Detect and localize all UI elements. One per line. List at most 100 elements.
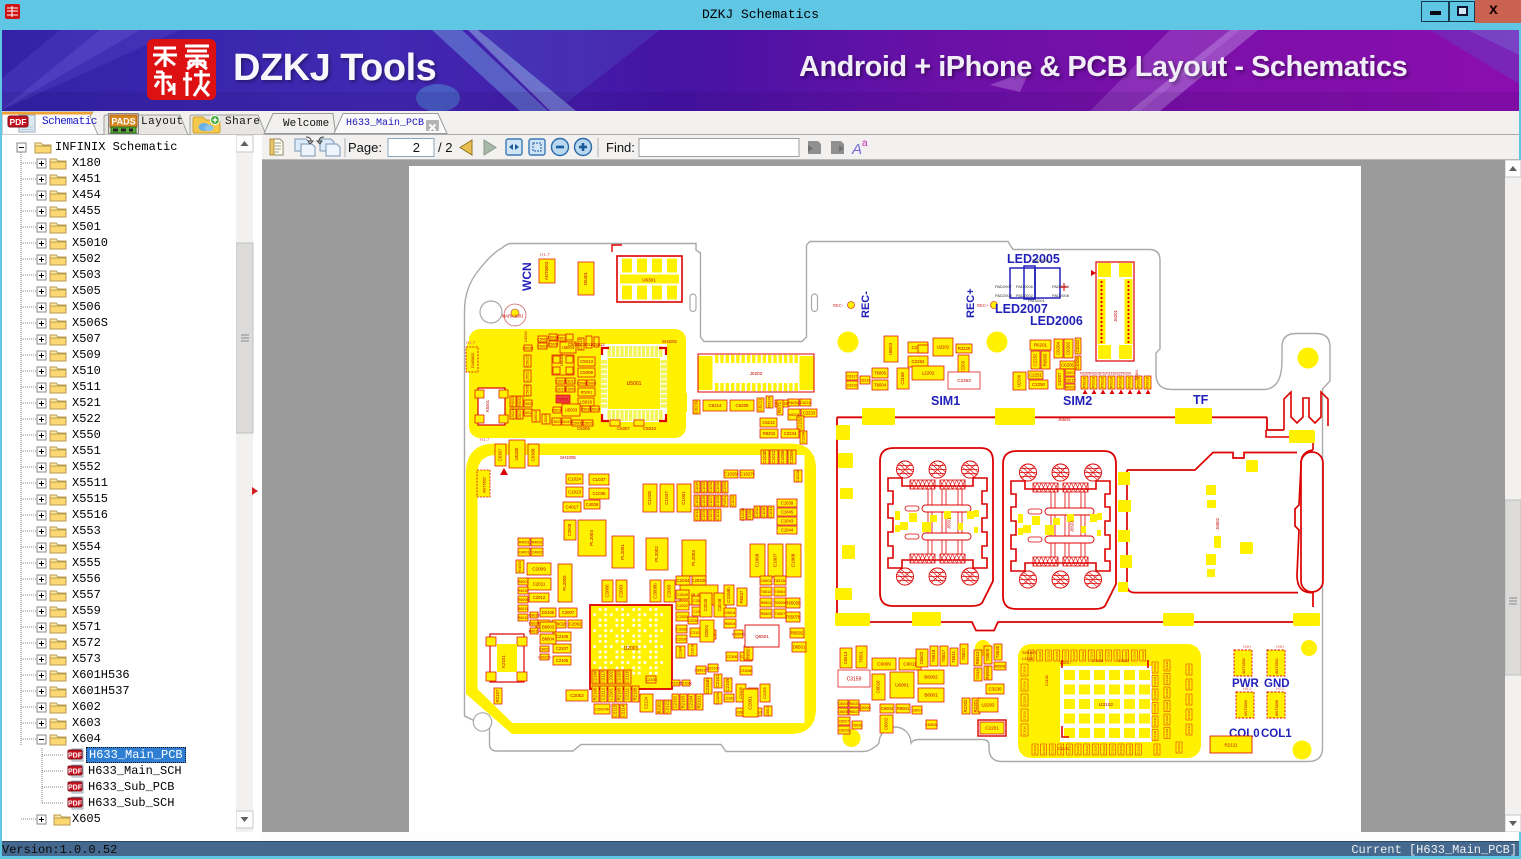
svg-text:C1023b: C1023b (741, 508, 745, 521)
svg-text:C3107: C3107 (1060, 661, 1071, 665)
svg-text:PL2004: PL2004 (589, 530, 594, 546)
svg-text:U2202: U2202 (937, 344, 950, 349)
svg-text:U2203: U2203 (982, 703, 995, 708)
svg-text:C2238: C2238 (801, 432, 805, 443)
svg-text:B6003: B6003 (542, 624, 555, 629)
svg-text:C2052: C2052 (570, 693, 584, 698)
svg-text:C3136: C3136 (1136, 745, 1140, 754)
svg-text:C6306: C6306 (1075, 356, 1080, 369)
svg-text:R6006: R6006 (518, 598, 529, 602)
svg-text:C2250: C2250 (1032, 382, 1045, 387)
svg-text:T6520: T6520 (995, 645, 1000, 658)
svg-text:T5001: T5001 (557, 396, 569, 401)
svg-text:U3102: U3102 (1099, 702, 1113, 708)
svg-text:C3136: C3136 (1042, 745, 1046, 754)
svg-text:PAD2003: PAD2003 (995, 293, 1013, 298)
svg-text:C3138: C3138 (1045, 675, 1049, 686)
svg-text:R6218: R6218 (1109, 377, 1113, 388)
svg-text:C6202: C6202 (1075, 339, 1080, 352)
svg-text:PAD2006: PAD2006 (1016, 284, 1034, 289)
svg-text:REC+: REC+ (965, 288, 977, 318)
svg-text:PL2005: PL2005 (562, 575, 567, 591)
svg-text:C1033: C1033 (702, 482, 706, 493)
svg-text:T5002: T5002 (523, 402, 533, 406)
svg-text:C3136: C3136 (1055, 651, 1059, 660)
svg-text:SIM1: SIM1 (931, 394, 960, 408)
svg-text:R6509: R6509 (985, 666, 990, 679)
svg-text:R2220: R2220 (958, 346, 971, 351)
svg-text:R6537: R6537 (739, 590, 744, 603)
svg-text:ANT5003: ANT5003 (544, 261, 549, 280)
svg-text:R6021: R6021 (849, 710, 860, 714)
svg-text:C3136: C3136 (1023, 681, 1027, 690)
svg-text:L5033: L5033 (524, 331, 528, 342)
svg-text:R6512: R6512 (975, 651, 980, 664)
svg-text:C4002: C4002 (532, 550, 543, 554)
svg-text:L5022: L5022 (525, 371, 529, 381)
svg-text:C2106d: C2106d (716, 692, 720, 705)
svg-text:C2105: C2105 (556, 658, 569, 663)
svg-text:C1027: C1027 (709, 496, 713, 507)
svg-text:C2034: C2034 (677, 578, 690, 583)
svg-text:C1047: C1047 (664, 491, 669, 505)
svg-text:ANT6503: ANT6503 (1244, 700, 1248, 716)
svg-text:L5014: L5014 (552, 408, 562, 412)
svg-text:C6002: C6002 (884, 717, 889, 730)
svg-text:PAD2008: PAD2008 (1052, 293, 1070, 298)
svg-text:C3136: C3136 (1165, 728, 1169, 737)
svg-text:R2201: R2201 (973, 699, 978, 712)
svg-text:C2025: C2025 (677, 615, 688, 619)
svg-text:C6504: C6504 (725, 611, 736, 615)
svg-text:C3230: C3230 (989, 687, 1002, 692)
svg-text:H3H: H3H (1276, 644, 1284, 649)
svg-text:R6234: R6234 (767, 397, 771, 408)
svg-text:R6504: R6504 (725, 622, 736, 626)
svg-text:C6035: C6035 (529, 613, 540, 617)
svg-text:C1068: C1068 (791, 553, 796, 567)
svg-text:L2103: L2103 (724, 696, 734, 700)
svg-text:C1041: C1041 (769, 507, 773, 518)
svg-text:C6024: C6024 (529, 621, 540, 625)
svg-text:C5009: C5009 (580, 370, 593, 375)
svg-text:L5019: L5019 (561, 420, 571, 424)
svg-text:C3136: C3136 (1153, 663, 1157, 672)
svg-text:PWR: PWR (1232, 678, 1260, 690)
svg-text:R6001: R6001 (897, 706, 910, 711)
svg-text:C3136: C3136 (1155, 745, 1159, 754)
svg-text:C5050C5011C5012: C5050C5011C5012 (568, 342, 605, 347)
svg-text:C2111: C2111 (625, 687, 630, 700)
svg-text:C2106c: C2106c (680, 681, 693, 685)
svg-text:C5010: C5010 (643, 426, 656, 431)
svg-text:C6211: C6211 (758, 398, 763, 411)
svg-text:C1046: C1046 (762, 507, 766, 518)
svg-text:C2115: C2115 (613, 704, 618, 717)
svg-text:R2121: R2121 (1225, 743, 1238, 748)
svg-text:C1026t: C1026t (724, 472, 739, 477)
svg-text:C1008: C1008 (755, 553, 760, 567)
svg-text:D2105: D2105 (542, 610, 555, 615)
svg-text:PAD2001: PAD2001 (1028, 298, 1046, 303)
svg-text:C3036: C3036 (676, 627, 687, 631)
svg-text:C3136: C3136 (1038, 651, 1042, 660)
svg-text:C6317: C6317 (847, 374, 858, 378)
svg-text:C2109: C2109 (725, 678, 730, 691)
svg-text:WCN: WCN (520, 262, 534, 291)
svg-text:L5018: L5018 (523, 411, 533, 415)
svg-text:R6218: R6218 (1127, 377, 1131, 388)
svg-text:T6504: T6504 (775, 590, 785, 594)
svg-text:B5001: B5001 (581, 389, 593, 394)
svg-text:SH1007: SH1007 (1022, 650, 1037, 655)
svg-text:C3136: C3136 (1072, 651, 1076, 660)
svg-text:L5008: L5008 (586, 381, 596, 385)
svg-text:T2203: T2203 (961, 360, 966, 373)
svg-text:Page:: Page: (348, 140, 382, 155)
svg-text:L3159: L3159 (1022, 656, 1034, 661)
svg-text:C1032: C1032 (695, 496, 699, 507)
svg-text:C6208: C6208 (736, 403, 749, 408)
svg-text:R6218: R6218 (1091, 377, 1095, 388)
svg-text:C3136: C3136 (1187, 695, 1191, 704)
svg-text:C3136: C3136 (1102, 745, 1106, 754)
svg-text:D2001: D2001 (704, 624, 709, 637)
svg-text:GND: GND (1264, 678, 1290, 690)
svg-text:C2008: C2008 (567, 523, 572, 536)
